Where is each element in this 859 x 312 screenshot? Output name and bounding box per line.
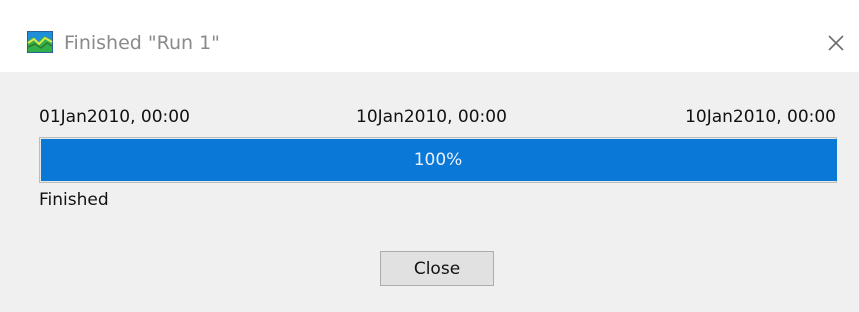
chart-area-icon	[27, 31, 53, 53]
end-time-label: 10Jan2010, 00:00	[685, 107, 836, 127]
window-title: Finished "Run 1"	[64, 32, 220, 54]
start-time-label: 01Jan2010, 00:00	[39, 107, 190, 127]
current-time-label: 10Jan2010, 00:00	[356, 107, 507, 127]
close-icon[interactable]	[822, 29, 850, 57]
progress-percent: 100%	[413, 150, 463, 170]
title-bar: Finished "Run 1"	[0, 0, 859, 72]
progress-dialog: Finished "Run 1" 01Jan2010, 00:00 10Jan2…	[0, 0, 859, 312]
progress-bar: 100%	[39, 137, 837, 183]
status-text: Finished	[39, 190, 109, 210]
close-button[interactable]: Close	[380, 251, 494, 286]
